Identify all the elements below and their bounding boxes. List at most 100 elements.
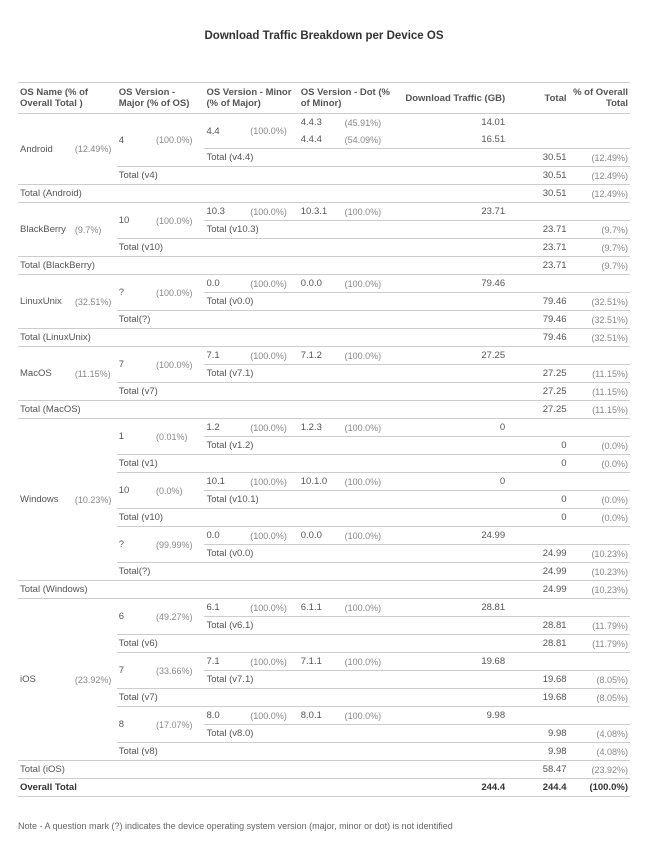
dot-pct: (100.0%) — [343, 419, 398, 437]
major-v: 7 — [117, 347, 154, 383]
major-total-label: Total (v6) — [117, 635, 205, 653]
dot-v: 4.4.4 — [299, 131, 343, 149]
os-total-label: Total (LinuxUnix) — [18, 329, 117, 347]
os-total-pct: (23.92%) — [569, 761, 630, 779]
major-total-label: Total (v4) — [117, 167, 205, 185]
major-v: ? — [117, 527, 154, 563]
traffic: 23.71 — [397, 203, 507, 221]
major-v: 6 — [117, 599, 154, 635]
os-total-val: 30.51 — [507, 185, 568, 203]
major-total-pct: (32.51%) — [569, 311, 630, 329]
breakdown-table: OS Name (% of Overall Total ) OS Version… — [18, 82, 630, 797]
os-pct: (10.23%) — [73, 419, 117, 581]
major-total-val: 24.99 — [507, 563, 568, 581]
os-name: iOS — [18, 599, 73, 761]
dot-pct: (54.09%) — [343, 131, 398, 149]
dot-pct: (100.0%) — [343, 275, 398, 293]
os-total-val: 23.71 — [507, 257, 568, 275]
minor-total-label: Total (v4.4) — [204, 149, 298, 167]
minor-total-pct: (8.05%) — [569, 671, 630, 689]
traffic: 79.46 — [397, 275, 507, 293]
header-row: OS Name (% of Overall Total ) OS Version… — [18, 83, 630, 114]
major-total-val: 28.81 — [507, 635, 568, 653]
major-pct: (99.99%) — [154, 527, 204, 563]
major-v: 8 — [117, 707, 154, 743]
major-total-val: 27.25 — [507, 383, 568, 401]
os-pct: (23.92%) — [73, 599, 117, 761]
minor-pct: (100.0%) — [248, 707, 298, 725]
minor-total-val: 9.98 — [507, 725, 568, 743]
traffic: 14.01 — [397, 114, 507, 132]
major-pct: (100.0%) — [154, 275, 204, 311]
major-pct: (49.27%) — [154, 599, 204, 635]
major-total-label: Total (v7) — [117, 383, 205, 401]
major-pct: (33.66%) — [154, 653, 204, 689]
dot-v: 4.4.3 — [299, 114, 343, 132]
os-total-label: Total (Windows) — [18, 581, 117, 599]
minor-total-pct: (11.79%) — [569, 617, 630, 635]
minor-v: 6.1 — [204, 599, 248, 617]
major-total-label: Total (v8) — [117, 743, 205, 761]
dot-v: 7.1.2 — [299, 347, 343, 365]
dot-pct: (100.0%) — [343, 527, 398, 545]
os-name: BlackBerry — [18, 203, 73, 257]
minor-total-label: Total (v7.1) — [204, 365, 298, 383]
minor-total-label: Total (v8.0) — [204, 725, 298, 743]
major-total-val: 9.98 — [507, 743, 568, 761]
minor-total-label: Total (v6.1) — [204, 617, 298, 635]
minor-total-val: 30.51 — [507, 149, 568, 167]
dot-v: 0.0.0 — [299, 527, 343, 545]
major-total-val: 19.68 — [507, 689, 568, 707]
major-total-val: 0 — [507, 455, 568, 473]
major-total-pct: (12.49%) — [569, 167, 630, 185]
minor-pct: (100.0%) — [248, 203, 298, 221]
traffic: 0 — [397, 473, 507, 491]
os-total-val: 58.47 — [507, 761, 568, 779]
minor-total-label: Total (v0.0) — [204, 293, 298, 311]
major-total-pct: (0.0%) — [569, 455, 630, 473]
minor-v: 1.2 — [204, 419, 248, 437]
os-pct: (11.15%) — [73, 347, 117, 401]
minor-total-pct: (11.15%) — [569, 365, 630, 383]
major-total-label: Total (v10) — [117, 509, 205, 527]
dot-v: 6.1.1 — [299, 599, 343, 617]
os-name: Android — [18, 114, 73, 185]
os-total-label: Total (MacOS) — [18, 401, 117, 419]
th-major: OS Version - Major (% of OS) — [117, 83, 205, 114]
minor-total-label: Total (v7.1) — [204, 671, 298, 689]
minor-v: 0.0 — [204, 275, 248, 293]
traffic: 28.81 — [397, 599, 507, 617]
os-total-val: 27.25 — [507, 401, 568, 419]
minor-total-pct: (4.08%) — [569, 725, 630, 743]
os-total-pct: (10.23%) — [569, 581, 630, 599]
minor-total-val: 23.71 — [507, 221, 568, 239]
os-pct: (12.49%) — [73, 114, 117, 185]
minor-total-val: 0 — [507, 491, 568, 509]
major-pct: (100.0%) — [154, 203, 204, 239]
major-v: 1 — [117, 419, 154, 455]
traffic: 0 — [397, 419, 507, 437]
dot-v: 10.1.0 — [299, 473, 343, 491]
minor-total-pct: (10.23%) — [569, 545, 630, 563]
minor-total-label: Total (v1.2) — [204, 437, 298, 455]
major-pct: (100.0%) — [154, 114, 204, 167]
minor-v: 7.1 — [204, 653, 248, 671]
minor-total-val: 27.25 — [507, 365, 568, 383]
os-pct: (32.51%) — [73, 275, 117, 329]
traffic: 24.99 — [397, 527, 507, 545]
minor-v: 10.1 — [204, 473, 248, 491]
os-total-val: 79.46 — [507, 329, 568, 347]
page-title: Download Traffic Breakdown per Device OS — [18, 30, 630, 42]
os-total-label: Total (BlackBerry) — [18, 257, 117, 275]
traffic: 16.51 — [397, 131, 507, 149]
major-v: 10 — [117, 203, 154, 239]
major-total-val: 0 — [507, 509, 568, 527]
minor-pct: (100.0%) — [248, 347, 298, 365]
major-total-label: Total(?) — [117, 311, 205, 329]
major-total-pct: (11.15%) — [569, 383, 630, 401]
th-os-name: OS Name (% of Overall Total ) — [18, 83, 117, 114]
minor-total-label: Total (v10.1) — [204, 491, 298, 509]
minor-v: 10.3 — [204, 203, 248, 221]
os-name: Windows — [18, 419, 73, 581]
major-total-label: Total(?) — [117, 563, 205, 581]
